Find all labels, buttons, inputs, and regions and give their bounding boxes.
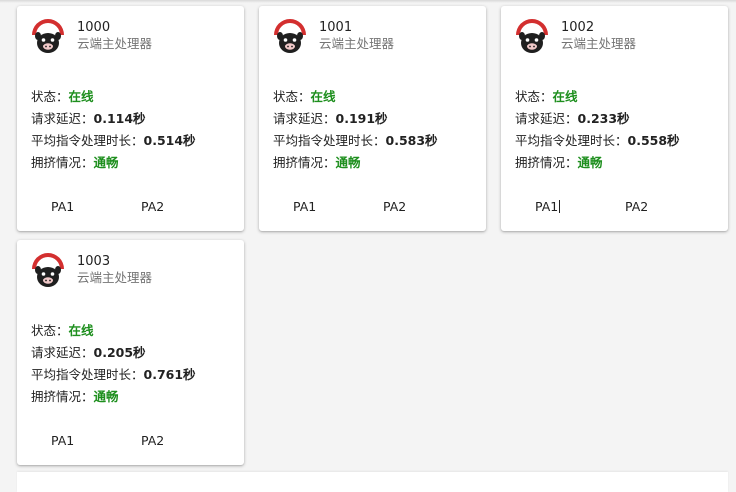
latency-label: 请求延迟： (31, 345, 94, 360)
status-label: 状态： (273, 89, 311, 104)
congestion-value: 通畅 (93, 155, 119, 170)
avg-proc-value: 0.558秒 (627, 133, 680, 148)
card-info: 状态：在线 请求延迟：0.191秒 平均指令处理时长：0.583秒 拥挤情况：通… (273, 86, 438, 174)
avg-proc-label: 平均指令处理时长： (273, 133, 386, 148)
pa1-label: PA1 (535, 199, 559, 214)
status-row: 状态：在线 (273, 86, 438, 108)
avg-proc-row: 平均指令处理时长：0.514秒 (31, 130, 196, 152)
status-value: 在线 (68, 323, 94, 338)
avg-proc-value: 0.583秒 (385, 133, 438, 148)
status-value: 在线 (552, 89, 578, 104)
latency-value: 0.114秒 (93, 111, 146, 126)
pa1-button[interactable]: PA1 (527, 196, 568, 217)
card-info: 状态：在线 请求延迟：0.233秒 平均指令处理时长：0.558秒 拥挤情况：通… (515, 86, 680, 174)
avg-proc-row: 平均指令处理时长：0.761秒 (31, 364, 196, 386)
latency-label: 请求延迟： (515, 111, 578, 126)
latency-row: 请求延迟：0.205秒 (31, 342, 196, 364)
processor-card-1001: 1001 云端主处理器 状态：在线 请求延迟：0.191秒 平均指令处理时长：0… (259, 6, 486, 231)
latency-row: 请求延迟：0.191秒 (273, 108, 438, 130)
card-subtitle: 云端主处理器 (77, 36, 153, 51)
congestion-row: 拥挤情况：通畅 (31, 152, 196, 174)
congestion-label: 拥挤情况： (515, 155, 578, 170)
avg-proc-label: 平均指令处理时长： (31, 367, 144, 382)
avg-proc-label: 平均指令处理时长： (31, 133, 144, 148)
status-label: 状态： (31, 89, 69, 104)
processor-card-1000: 1000 云端主处理器 状态：在线 请求延迟：0.114秒 平均指令处理时长：0… (17, 6, 244, 231)
pig-avatar-icon (29, 18, 67, 56)
avg-proc-value: 0.761秒 (143, 367, 196, 382)
card-title: 1000 (77, 20, 111, 35)
congestion-row: 拥挤情况：通畅 (273, 152, 438, 174)
congestion-row: 拥挤情况：通畅 (31, 386, 196, 408)
latency-value: 0.191秒 (335, 111, 388, 126)
card-subtitle: 云端主处理器 (319, 36, 395, 51)
bottom-panel (17, 472, 728, 492)
pig-avatar-icon (513, 18, 551, 56)
card-subtitle: 云端主处理器 (77, 270, 153, 285)
status-label: 状态： (31, 323, 69, 338)
card-header: 1000 云端主处理器 (29, 18, 152, 56)
card-title: 1001 (319, 20, 353, 35)
pig-avatar-icon (29, 252, 67, 290)
status-row: 状态：在线 (515, 86, 680, 108)
status-label: 状态： (515, 89, 553, 104)
avg-proc-row: 平均指令处理时长：0.558秒 (515, 130, 680, 152)
latency-value: 0.233秒 (577, 111, 630, 126)
latency-label: 请求延迟： (273, 111, 336, 126)
card-actions: PA1 PA2 (501, 196, 728, 220)
card-actions: PA1 PA2 (17, 430, 244, 454)
processor-card-1003: 1003 云端主处理器 状态：在线 请求延迟：0.205秒 平均指令处理时长：0… (17, 240, 244, 465)
status-value: 在线 (68, 89, 94, 104)
latency-row: 请求延迟：0.233秒 (515, 108, 680, 130)
status-row: 状态：在线 (31, 86, 196, 108)
pa2-button[interactable]: PA2 (133, 196, 172, 217)
latency-value: 0.205秒 (93, 345, 146, 360)
pa1-button[interactable]: PA1 (43, 430, 82, 451)
card-actions: PA1 PA2 (17, 196, 244, 220)
card-info: 状态：在线 请求延迟：0.205秒 平均指令处理时长：0.761秒 拥挤情况：通… (31, 320, 196, 408)
congestion-label: 拥挤情况： (273, 155, 336, 170)
card-info: 状态：在线 请求延迟：0.114秒 平均指令处理时长：0.514秒 拥挤情况：通… (31, 86, 196, 174)
card-actions: PA1 PA2 (259, 196, 486, 220)
congestion-value: 通畅 (335, 155, 361, 170)
pa2-button[interactable]: PA2 (617, 196, 656, 217)
card-subtitle: 云端主处理器 (561, 36, 637, 51)
avg-proc-row: 平均指令处理时长：0.583秒 (273, 130, 438, 152)
status-value: 在线 (310, 89, 336, 104)
pa2-button[interactable]: PA2 (133, 430, 172, 451)
congestion-label: 拥挤情况： (31, 155, 94, 170)
avg-proc-label: 平均指令处理时长： (515, 133, 628, 148)
pa1-button[interactable]: PA1 (285, 196, 324, 217)
processor-card-1002: 1002 云端主处理器 状态：在线 请求延迟：0.233秒 平均指令处理时长：0… (501, 6, 728, 231)
pig-avatar-icon (271, 18, 309, 56)
congestion-row: 拥挤情况：通畅 (515, 152, 680, 174)
card-header: 1001 云端主处理器 (271, 18, 394, 56)
text-cursor (559, 200, 561, 213)
latency-row: 请求延迟：0.114秒 (31, 108, 196, 130)
pa2-button[interactable]: PA2 (375, 196, 414, 217)
status-row: 状态：在线 (31, 320, 196, 342)
latency-label: 请求延迟： (31, 111, 94, 126)
congestion-label: 拥挤情况： (31, 389, 94, 404)
card-header: 1003 云端主处理器 (29, 252, 152, 290)
pa1-button[interactable]: PA1 (43, 196, 82, 217)
card-title: 1003 (77, 254, 111, 269)
top-shadow (0, 0, 736, 3)
card-title: 1002 (561, 20, 595, 35)
congestion-value: 通畅 (93, 389, 119, 404)
congestion-value: 通畅 (577, 155, 603, 170)
card-header: 1002 云端主处理器 (513, 18, 636, 56)
avg-proc-value: 0.514秒 (143, 133, 196, 148)
